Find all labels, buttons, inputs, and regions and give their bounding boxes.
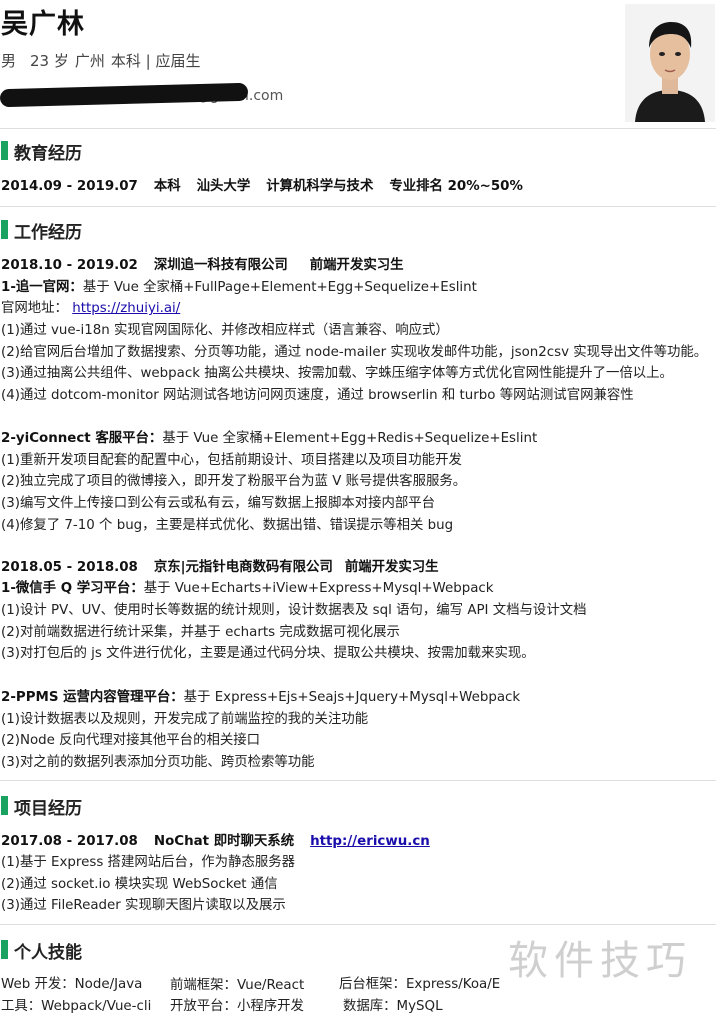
section-title-work: 工作经历	[0, 218, 82, 243]
project-title: 2-yiConnect 客服平台：	[1, 431, 163, 446]
list-item: (1)通过 vue-i18n 实现官网国际化、并修改相应样式（语言兼容、响应式）	[1, 323, 449, 338]
list-item: (4)通过 dotcom-monitor 网站测试各地访问网页速度，通过 bro…	[1, 388, 634, 403]
project-stack: 基于 Express+Ejs+Seajs+Jquery+Mysql+Webpac…	[183, 690, 521, 705]
project-header: 2017.08 - 2017.08 NoChat 即时聊天系统 http://eri…	[1, 829, 430, 849]
project-name: NoChat 即时聊天系统	[153, 834, 295, 849]
job1-project1-title: 1-追一官网：基于 Vue 全家桶+FullPage+Element+Egg+S…	[1, 275, 477, 295]
job2-period: 2018.05 - 2018.08	[1, 560, 138, 575]
site-label: 官网地址：	[1, 301, 68, 316]
job2-header: 2018.05 - 2018.08 京东|元指针电商数码有限公司 前端开发实习生	[1, 555, 439, 575]
project-link[interactable]: http://ericwu.cn	[310, 834, 430, 849]
job1-company: 深圳追一科技有限公司	[153, 258, 288, 273]
education-period: 2014.09 - 2019.07	[1, 179, 138, 194]
job1-project2-title: 2-yiConnect 客服平台：基于 Vue 全家桶+Element+Egg+…	[1, 426, 537, 446]
job2-project1-title: 1-微信手 Q 学习平台：基于 Vue+Echarts+iView+Expres…	[1, 576, 494, 596]
education-major: 计算机科学与技术	[266, 179, 374, 194]
list-item: (1)设计数据表以及规则，开发完成了前端监控的我的关注功能	[1, 712, 369, 727]
job1-period: 2018.10 - 2019.02	[1, 258, 138, 273]
list-item: (2)通过 socket.io 模块实现 WebSocket 通信	[1, 877, 278, 892]
project-stack: 基于 Vue+Echarts+iView+Express+Mysql+Webpa…	[143, 581, 494, 596]
skill-tools: 工具：Webpack/Vue-cli	[1, 999, 152, 1014]
gender: 男	[1, 52, 17, 70]
project-stack: 基于 Vue 全家桶+Element+Egg+Redis+Sequelize+E…	[162, 431, 538, 446]
education-row: 2014.09 - 2019.07 本科 汕头大学 计算机科学与技术 专业排名 20%~…	[1, 174, 523, 194]
list-item: (2)独立完成了项目的微博接入，即开发了粉服平台为蓝 V 账号提供客服服务。	[1, 474, 467, 489]
list-item: (1)重新开发项目配套的配置中心，包括前期设计、项目搭建以及项目功能开发	[1, 453, 462, 468]
watermark: 软件技巧	[508, 938, 692, 984]
age: 23 岁	[30, 52, 69, 70]
section-title-skills: 个人技能	[0, 938, 82, 963]
project-title: 1-追一官网：	[1, 280, 83, 295]
list-item: (3)通过抽离公共组件、webpack 抽离公共模块、按需加载、字蛛压缩字体等方…	[1, 366, 673, 381]
job2-project2-title: 2-PPMS 运营内容管理平台：基于 Express+Ejs+Seajs+Jqu…	[1, 685, 520, 705]
list-item: (3)对打包后的 js 文件进行优化，主要是通过代码分块、提取公共模块、按需加载…	[1, 646, 535, 661]
education-school: 汕头大学	[196, 179, 251, 194]
skill-frontend: 前端框架：Vue/React	[170, 978, 305, 993]
skill-backend: 后台框架：Express/Koa/E	[339, 977, 501, 992]
section-title-projects: 项目经历	[0, 794, 82, 819]
job2-company: 京东|元指针电商数码有限公司	[153, 560, 333, 575]
avatar-illustration	[625, 4, 715, 122]
candidate-info: 男 23 岁广州 本科 | 应届生	[1, 50, 214, 71]
job2-role: 前端开发实习生	[344, 560, 439, 575]
city: 广州	[74, 52, 105, 70]
list-item: (3)编写文件上传接口到公有云或私有云，编写数据上报脚本对接内部平台	[1, 496, 436, 511]
job1-site: 官网地址： https://zhuiyi.ai/	[1, 296, 180, 316]
profile-photo	[625, 4, 715, 122]
list-item: (2)给官网后台增加了数据搜索、分页等功能，通过 node-mailer 实现收…	[1, 345, 708, 360]
degree-status: 本科 | 应届生	[110, 52, 201, 70]
project-period: 2017.08 - 2017.08	[1, 834, 138, 849]
site-link[interactable]: https://zhuiyi.ai/	[72, 301, 180, 316]
list-item: (3)通过 FileReader 实现聊天图片读取以及展示	[1, 898, 286, 913]
job1-header: 2018.10 - 2019.02 深圳追一科技有限公司 前端开发实习生	[1, 253, 404, 273]
project-title: 2-PPMS 运营内容管理平台：	[1, 690, 184, 705]
job1-role: 前端开发实习生	[309, 258, 404, 273]
divider	[0, 924, 716, 925]
list-item: (2)对前端数据进行统计采集，并基于 echarts 完成数据可视化展示	[1, 625, 400, 640]
divider	[0, 206, 716, 207]
list-item: (3)对之前的数据列表添加分页功能、跨页检索等功能	[1, 755, 315, 770]
list-item: (2)Node 反向代理对接其他平台的相关接口	[1, 733, 261, 748]
skill-web: Web 开发：Node/Java	[1, 977, 143, 992]
education-degree: 本科	[153, 179, 181, 194]
divider	[0, 780, 716, 781]
list-item: (4)修复了 7-10 个 bug，主要是样式优化、数据出错、错误提示等相关 b…	[1, 518, 454, 533]
list-item: (1)设计 PV、UV、使用时长等数据的统计规则，设计数据表及 sql 语句，编…	[1, 603, 587, 618]
divider	[0, 128, 716, 129]
project-stack: 基于 Vue 全家桶+FullPage+Element+Egg+Sequeliz…	[82, 280, 477, 295]
education-rank: 专业排名 20%~50%	[389, 179, 523, 194]
skill-platform: 开放平台：小程序开发	[170, 999, 304, 1014]
list-item: (1)基于 Express 搭建网站后台，作为静态服务器	[1, 855, 296, 870]
candidate-name: 吴广林	[1, 9, 85, 40]
skill-database: 数据库：MySQL	[343, 999, 443, 1014]
project-title: 1-微信手 Q 学习平台：	[1, 581, 144, 596]
section-title-education: 教育经历	[0, 139, 82, 164]
